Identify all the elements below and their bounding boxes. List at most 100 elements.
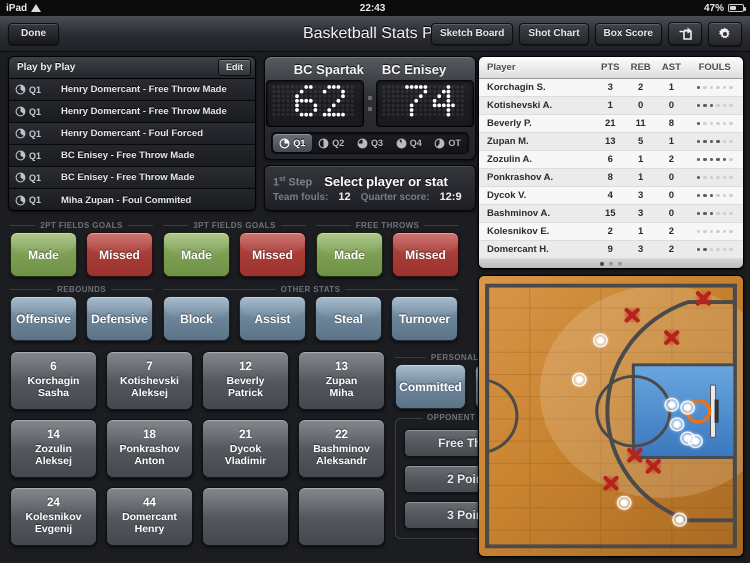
play-by-play-row[interactable]: Q1 Henry Domercant - Free Throw Made — [9, 79, 255, 102]
play-by-play-edit-button[interactable]: Edit — [218, 59, 251, 76]
player-last-name: Ponkrashov — [119, 442, 180, 455]
made-shot-marker[interactable] — [614, 493, 635, 513]
stat-button-made[interactable]: Made — [10, 232, 77, 277]
stat-button-made[interactable]: Made — [316, 232, 383, 277]
quarter-tab-q4[interactable]: Q4 — [389, 134, 428, 152]
quarter-tab-q1[interactable]: Q1 — [273, 134, 312, 152]
made-shot-marker[interactable] — [685, 431, 706, 451]
player-first-name: Evgenij — [34, 523, 73, 536]
play-by-play-row[interactable]: Q1 Miha Zupan - Foul Commited — [9, 189, 255, 210]
missed-shot-marker[interactable] — [625, 446, 644, 464]
play-by-play-row[interactable]: Q1 Henry Domercant - Foul Forced — [9, 123, 255, 146]
stat-button-defensive[interactable]: Defensive — [86, 296, 153, 341]
table-row[interactable]: Domercant H. 9 3 2 — [479, 240, 743, 259]
play-quarter: Q1 — [15, 84, 61, 95]
shot-chart-button[interactable]: Shot Chart — [519, 22, 589, 45]
column-header-player: Player — [479, 57, 596, 79]
stats-pagination[interactable] — [479, 259, 743, 268]
box-score-button[interactable]: Box Score — [594, 22, 662, 45]
cell-fouls — [686, 168, 743, 187]
pager-dot-2[interactable] — [609, 261, 613, 266]
settings-button[interactable] — [708, 21, 742, 46]
player-number: 14 — [47, 429, 60, 442]
stat-button-turnover[interactable]: Turnover — [391, 296, 458, 341]
table-row[interactable]: Bashminov A. 15 3 0 — [479, 204, 743, 223]
player-button-kolesnikov[interactable]: 24 Kolesnikov Evgenij — [10, 487, 97, 546]
player-button-ponkrashov[interactable]: 18 Ponkrashov Anton — [106, 419, 193, 478]
foul-dots — [686, 103, 743, 108]
play-by-play-row[interactable]: Q1 BC Enisey - Free Throw Made — [9, 167, 255, 190]
battery-icon — [728, 4, 746, 12]
player-button-korchagin[interactable]: 6 Korchagin Sasha — [10, 351, 97, 410]
column-header-fouls: FOULS — [686, 57, 743, 79]
stat-button-missed[interactable]: Missed — [239, 232, 306, 277]
pager-dot-3[interactable] — [618, 261, 622, 266]
share-button[interactable] — [668, 22, 702, 45]
player-first-name: Patrick — [227, 387, 264, 400]
stat-button-missed[interactable]: Missed — [86, 232, 153, 277]
made-shot-marker[interactable] — [669, 509, 690, 530]
player-button-zozulin[interactable]: 14 Zozulin Aleksej — [10, 419, 97, 478]
stat-button-assist[interactable]: Assist — [239, 296, 306, 341]
table-body[interactable]: Korchagin S. 3 2 1 Kotishevski A. 1 0 0 … — [479, 78, 743, 259]
stat-button-missed[interactable]: Missed — [392, 232, 459, 277]
quarter-pie-icon — [318, 138, 329, 148]
cell-reb: 5 — [624, 132, 657, 151]
quarter-pie-icon — [434, 138, 445, 148]
foul-button-committed[interactable]: Committed — [395, 364, 466, 409]
table-row[interactable]: Kotishevski A. 1 0 0 — [479, 96, 743, 115]
player-first-name: Aleksej — [35, 455, 72, 468]
quarter-selector[interactable]: Q1 Q2 Q3 Q4 OT — [271, 132, 469, 154]
player-button-kotishevski[interactable]: 7 Kotishevski Aleksej — [106, 351, 193, 410]
table-row[interactable]: Kolesnikov E. 2 1 2 — [479, 222, 743, 241]
secondary-stat-groups: REBOUNDS Offensive Defensive OTHER STATS … — [10, 283, 470, 341]
made-shot-marker[interactable] — [569, 369, 590, 390]
missed-shot-marker[interactable] — [622, 306, 642, 324]
player-button-beverly[interactable]: 12 Beverly Patrick — [202, 351, 289, 410]
stat-group-2: FREE THROWS Made Missed — [316, 219, 460, 277]
shot-chart-court[interactable] — [478, 275, 744, 557]
table-row[interactable]: Korchagin S. 3 2 1 — [479, 78, 743, 97]
stat-button-block[interactable]: Block — [163, 296, 230, 341]
pager-dot-1[interactable] — [600, 261, 604, 266]
play-by-play-row[interactable]: Q1 Henry Domercant - Free Throw Made — [9, 101, 255, 124]
quarter-tab-q3[interactable]: Q3 — [351, 134, 390, 152]
player-first-name: Sasha — [38, 387, 69, 400]
foul-dots — [686, 175, 743, 180]
play-by-play-row[interactable]: Q1 BC Enisey - Free Throw Made — [9, 145, 255, 168]
play-by-play-list[interactable]: Q1 Henry Domercant - Free Throw Made Q1 … — [9, 79, 255, 210]
made-shot-marker[interactable] — [590, 330, 611, 351]
player-number: 21 — [239, 429, 252, 442]
player-button-bashminov[interactable]: 22 Bashminov Aleksandr — [298, 419, 385, 478]
player-last-name: Kolesnikov — [25, 510, 82, 523]
quarter-tab-q2[interactable]: Q2 — [312, 134, 351, 152]
player-button-dycok[interactable]: 21 Dycok Vladimir — [202, 419, 289, 478]
missed-shot-marker[interactable] — [662, 328, 681, 347]
cell-fouls — [686, 96, 743, 115]
play-quarter: Q1 — [15, 172, 61, 183]
player-button-zupan[interactable]: 13 Zupan Miha — [298, 351, 385, 410]
player-roster-grid[interactable]: 6 Korchagin Sasha 7 Kotishevski Aleksej … — [10, 351, 385, 546]
stat-button-steal[interactable]: Steal — [315, 296, 382, 341]
missed-shot-marker[interactable] — [601, 474, 621, 492]
player-button-domercant[interactable]: 44 Domercant Henry — [106, 487, 193, 546]
table-row[interactable]: Beverly P. 21 11 8 — [479, 114, 743, 133]
table-row[interactable]: Zupan M. 13 5 1 — [479, 132, 743, 151]
missed-shot-marker[interactable] — [644, 457, 663, 476]
stat-button-offensive[interactable]: Offensive — [10, 296, 77, 341]
sketch-board-button[interactable]: Sketch Board — [430, 22, 514, 45]
table-row[interactable]: Zozulin A. 6 1 2 — [479, 150, 743, 169]
missed-shot-marker[interactable] — [694, 289, 713, 308]
stat-button-made[interactable]: Made — [163, 232, 230, 277]
table-row[interactable]: Dycok V. 4 3 0 — [479, 186, 743, 205]
player-button-empty[interactable] — [298, 487, 385, 546]
play-by-play-header: Play by Play Edit — [9, 57, 255, 79]
done-button[interactable]: Done — [8, 22, 59, 45]
cell-fouls — [686, 240, 743, 259]
away-team-name: BC Enisey — [381, 62, 447, 77]
table-row[interactable]: Ponkrashov A. 8 1 0 — [479, 168, 743, 187]
player-button-empty[interactable] — [202, 487, 289, 546]
top-navigation-bar: Done Basketball Stats Pro Sketch Board S… — [0, 16, 750, 52]
made-shot-marker[interactable] — [677, 397, 698, 418]
quarter-tab-ot[interactable]: OT — [428, 134, 467, 152]
